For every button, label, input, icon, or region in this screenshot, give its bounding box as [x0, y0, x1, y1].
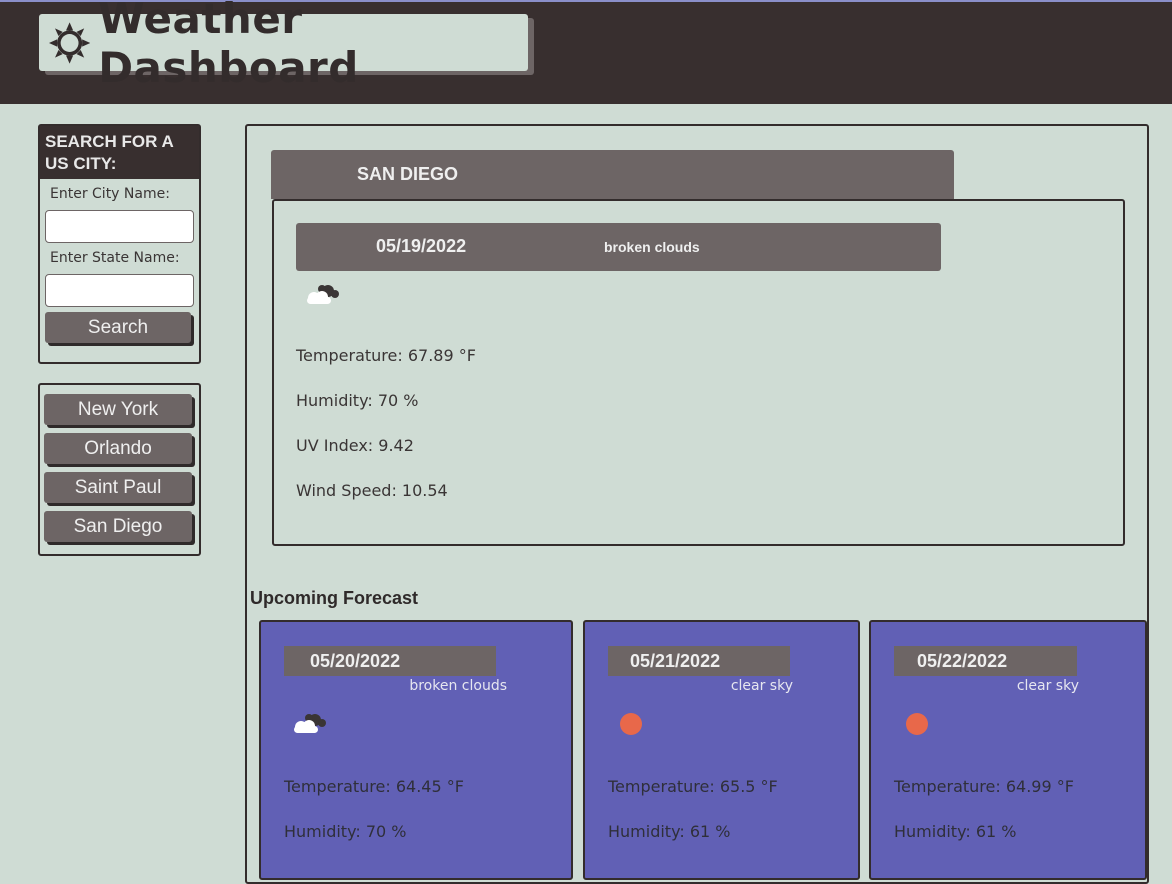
forecast-card: 05/20/2022 broken clouds Temperature: 64… — [259, 620, 573, 880]
header: Weather Dashboard — [0, 0, 1172, 104]
forecast-temperature: Temperature: 64.99 °F — [894, 777, 1074, 796]
current-temperature: Temperature: 67.89 °F — [296, 346, 476, 365]
search-panel: SEARCH FOR A US CITY: Enter City Name: E… — [38, 124, 201, 364]
state-name-input[interactable] — [45, 274, 194, 307]
search-history-panel: New York Orlando Saint Paul San Diego — [38, 383, 201, 556]
current-uv-index: UV Index: 9.42 — [296, 436, 414, 455]
forecast-card: 05/21/2022 clear sky Temperature: 65.5 °… — [583, 620, 860, 880]
current-date-bar: 05/19/2022 broken clouds — [296, 223, 941, 271]
history-button-new-york[interactable]: New York — [44, 394, 192, 425]
clear-sky-icon — [906, 713, 928, 735]
app-title-box: Weather Dashboard — [39, 0, 528, 92]
current-description: broken clouds — [604, 239, 700, 255]
forecast-humidity: Humidity: 61 % — [894, 822, 1017, 841]
forecast-temperature: Temperature: 64.45 °F — [284, 777, 464, 796]
forecast-date: 05/22/2022 — [894, 646, 1077, 676]
city-name-label: Enter City Name: — [50, 186, 170, 202]
city-name-banner: SAN DIEGO — [271, 150, 954, 199]
history-button-san-diego[interactable]: San Diego — [44, 511, 192, 542]
sun-icon — [49, 21, 91, 64]
current-humidity: Humidity: 70 % — [296, 391, 419, 410]
current-date: 05/19/2022 — [376, 236, 467, 256]
search-heading: SEARCH FOR A US CITY: — [40, 126, 199, 179]
forecast-card: 05/22/2022 clear sky Temperature: 64.99 … — [869, 620, 1147, 880]
forecast-heading: Upcoming Forecast — [250, 588, 419, 608]
forecast-description: clear sky — [1016, 678, 1079, 694]
page-title: Weather Dashboard — [98, 0, 359, 92]
current-weather-box: 05/19/2022 broken clouds Temperature: 67… — [272, 199, 1125, 546]
forecast-date: 05/21/2022 — [608, 646, 790, 676]
forecast-temperature: Temperature: 65.5 °F — [608, 777, 778, 796]
forecast-humidity: Humidity: 61 % — [608, 822, 731, 841]
clear-sky-icon — [620, 713, 642, 735]
city-name-input[interactable] — [45, 210, 194, 243]
history-button-saint-paul[interactable]: Saint Paul — [44, 472, 192, 503]
weather-results-panel: SAN DIEGO 05/19/2022 broken clouds Tempe… — [245, 124, 1149, 884]
state-name-label: Enter State Name: — [50, 250, 180, 266]
forecast-date: 05/20/2022 — [284, 646, 496, 676]
search-button[interactable]: Search — [45, 312, 191, 343]
history-button-orlando[interactable]: Orlando — [44, 433, 192, 464]
broken-clouds-icon — [307, 285, 339, 304]
forecast-humidity: Humidity: 70 % — [284, 822, 407, 841]
forecast-description: clear sky — [730, 678, 793, 694]
forecast-description: broken clouds — [409, 678, 507, 694]
broken-clouds-icon — [294, 714, 326, 733]
current-wind-speed: Wind Speed: 10.54 — [296, 481, 448, 500]
